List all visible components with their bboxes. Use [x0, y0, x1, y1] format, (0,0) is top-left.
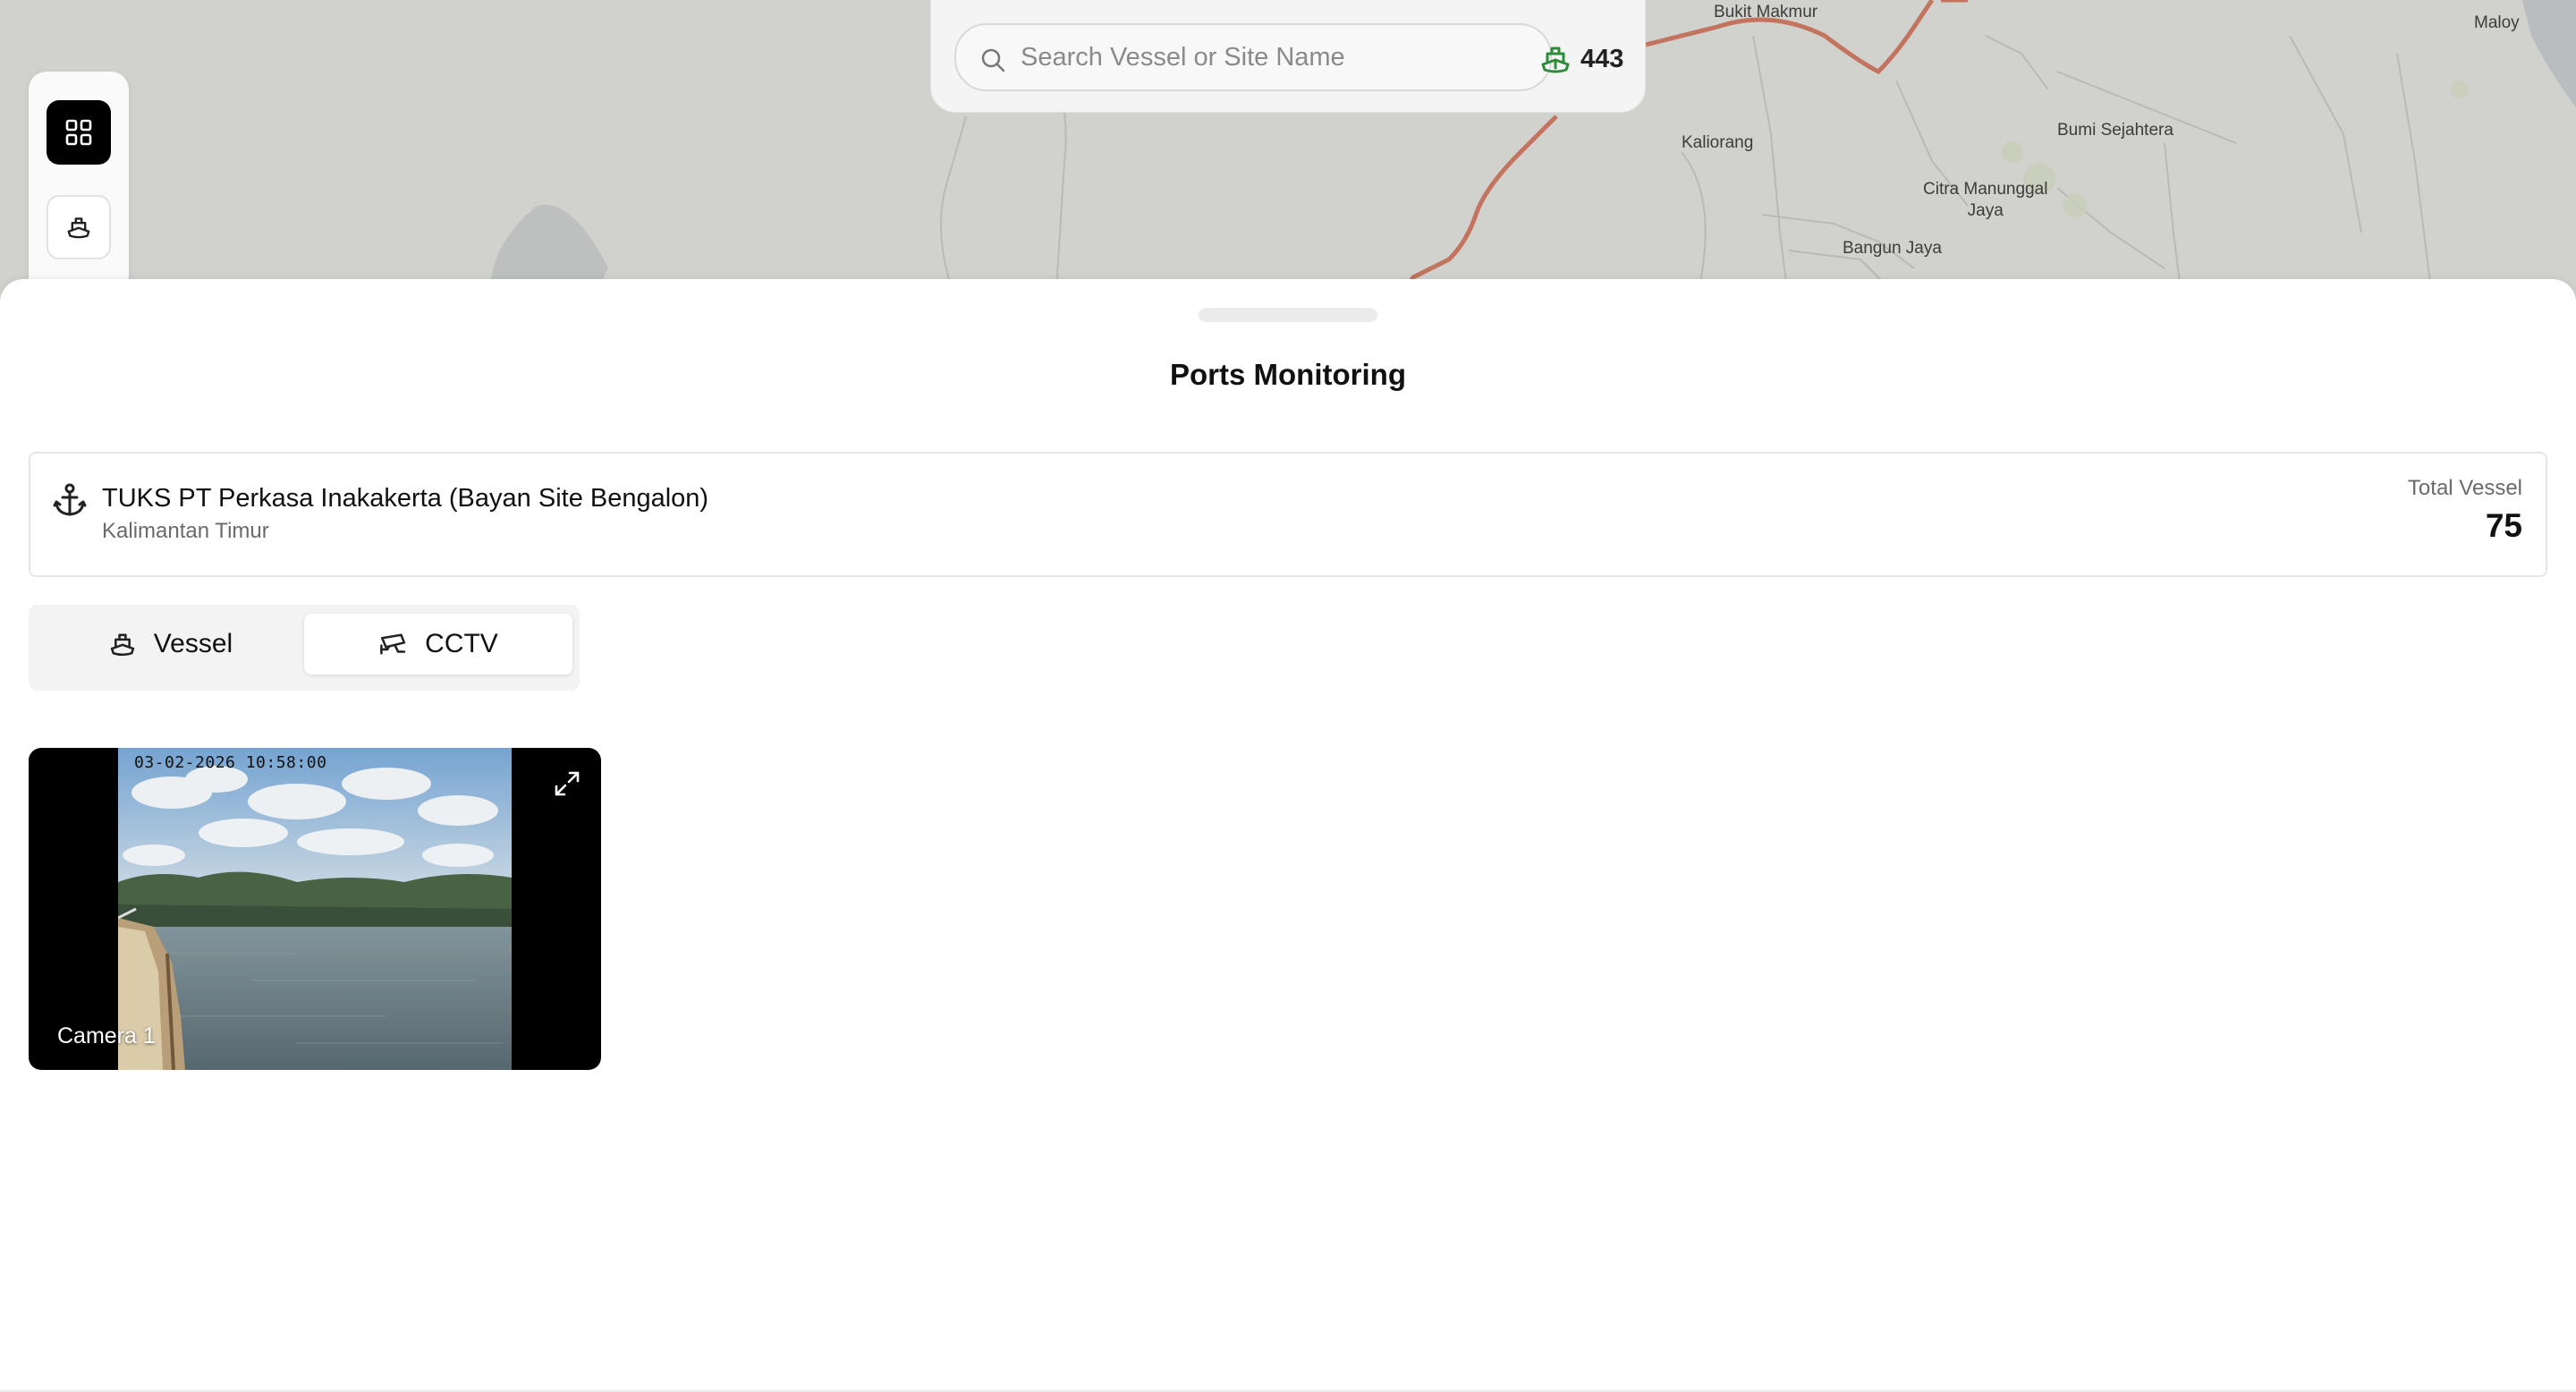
- tab-vessel[interactable]: Vessel: [36, 614, 304, 675]
- camera-feed: [118, 748, 512, 1070]
- ship-icon: [67, 217, 90, 239]
- expand-icon: [555, 771, 580, 796]
- tab-vessel-label: Vessel: [153, 629, 233, 658]
- vessel-nav-button[interactable]: [47, 195, 111, 259]
- expand-button[interactable]: [549, 766, 585, 802]
- total-vessel-label: Total Vessel: [2407, 476, 2522, 500]
- search-bar: 443: [930, 0, 1646, 113]
- ship-icon: [110, 633, 134, 657]
- search-box[interactable]: [954, 23, 1552, 91]
- site-card: TUKS PT Perkasa Inakakerta (Bayan Site B…: [29, 452, 2547, 577]
- site-name: TUKS PT Perkasa Inakakerta (Bayan Site B…: [102, 484, 709, 513]
- search-icon: [981, 48, 1005, 72]
- grid-icon: [65, 119, 92, 146]
- camera-timestamp: 03-02-2026 10:58:00: [134, 753, 327, 772]
- sheet-title: Ports Monitoring: [1170, 358, 1406, 391]
- drag-handle[interactable]: [1199, 308, 1377, 322]
- tab-bar: Vessel CCTV: [29, 605, 580, 691]
- site-region: Kalimantan Timur: [102, 519, 269, 543]
- dashboard-button[interactable]: [47, 100, 111, 165]
- ship-icon: [1541, 47, 1570, 73]
- anchor-icon: [53, 483, 87, 516]
- vessel-count: 443: [1580, 45, 1624, 73]
- camera-label: Camera 1: [57, 1023, 156, 1048]
- total-vessel-value: 75: [2485, 507, 2522, 544]
- tab-cctv-label: CCTV: [425, 629, 498, 658]
- cctv-icon: [380, 633, 406, 655]
- tab-cctv[interactable]: CCTV: [304, 614, 572, 675]
- ports-monitoring-sheet: Ports Monitoring TUKS PT Perkasa Inakake…: [0, 279, 2576, 1392]
- camera-card[interactable]: 03-02-2026 10:58:00 Camera 1: [29, 748, 601, 1070]
- search-input[interactable]: [1021, 39, 1521, 75]
